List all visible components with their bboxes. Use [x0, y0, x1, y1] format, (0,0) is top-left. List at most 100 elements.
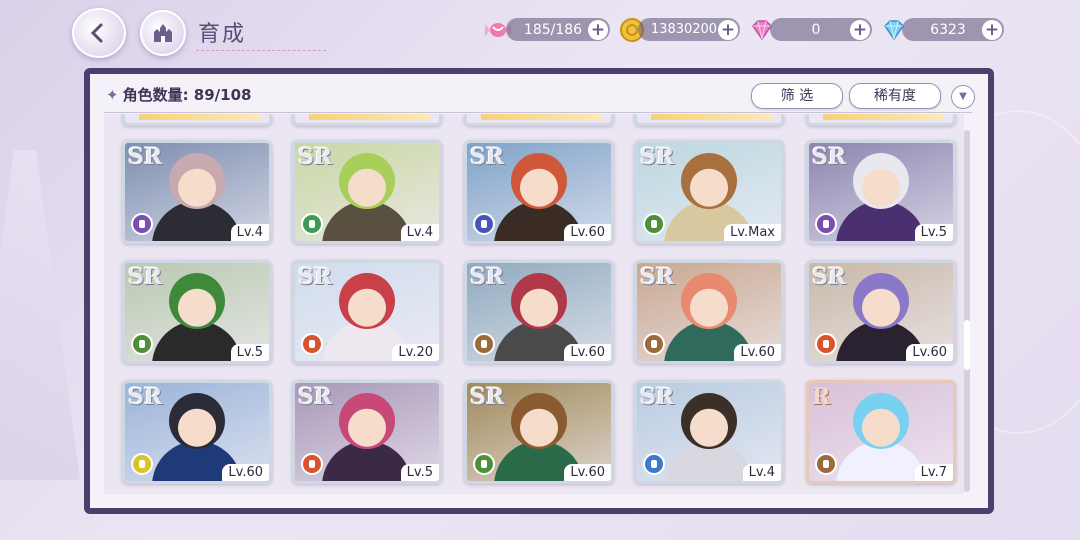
character-card[interactable]: SR Lv.20 [292, 260, 442, 364]
scrollbar-thumb[interactable] [964, 320, 970, 370]
level-label: Lv.60 [222, 464, 269, 481]
class-icon [473, 333, 495, 355]
rarity-label: SR [470, 384, 505, 410]
class-icon [815, 453, 837, 475]
rarity-label: SR [128, 384, 163, 410]
rarity-label: SR [128, 264, 163, 290]
header-divider [104, 112, 972, 113]
character-card[interactable]: SR Lv.Max [634, 140, 784, 244]
character-card[interactable]: SR Lv.60 [464, 380, 614, 484]
free-gem-counter: 6323 + [902, 18, 1004, 41]
character-head [169, 273, 225, 329]
character-card[interactable]: SR Lv.60 [122, 380, 272, 484]
class-icon [815, 333, 837, 355]
character-card[interactable]: SR Lv.4 [292, 140, 442, 244]
home-button[interactable] [140, 10, 186, 56]
level-label: Lv.60 [906, 344, 953, 361]
list-scrollbar[interactable] [964, 130, 970, 492]
rarity-label: SR [640, 384, 675, 410]
rarity-label: SR [470, 144, 505, 170]
class-icon [131, 453, 153, 475]
rarity-label: SR [812, 144, 847, 170]
character-card-partial[interactable] [464, 114, 614, 126]
class-icon [815, 213, 837, 235]
character-card-partial[interactable] [806, 114, 956, 126]
card-frame-strip [651, 114, 771, 120]
stamina-add-button[interactable]: + [588, 19, 608, 40]
character-head [853, 393, 909, 449]
character-card-partial[interactable] [292, 114, 442, 126]
sparkle-icon: ✦ [106, 86, 119, 104]
character-head [339, 273, 395, 329]
character-card[interactable]: SR Lv.5 [806, 140, 956, 244]
card-frame-strip [139, 114, 259, 120]
level-label: Lv.5 [400, 464, 439, 481]
character-grid[interactable]: SR Lv.4 SR Lv.4 SR Lv.60 SR Lv.Max SR Lv.5 SR Lv.5 S… [104, 114, 964, 494]
character-card[interactable]: R Lv.7 [806, 380, 956, 484]
rarity-label: R [812, 384, 831, 410]
back-button[interactable] [72, 8, 126, 58]
character-head [681, 393, 737, 449]
character-head [339, 393, 395, 449]
stamina-counter: 185/186 + [506, 18, 610, 41]
free-gem-value: 6323 [930, 21, 966, 38]
class-icon [301, 453, 323, 475]
character-card[interactable]: SR Lv.60 [806, 260, 956, 364]
character-head [853, 153, 909, 209]
level-label: Lv.5 [914, 224, 953, 241]
paid-gem-counter: 0 + [770, 18, 872, 41]
character-head [511, 153, 567, 209]
stamina-value: 185/186 [523, 21, 583, 38]
level-label: Lv.60 [734, 344, 781, 361]
rarity-label: SR [298, 264, 333, 290]
gold-value: 13830200 [650, 22, 718, 37]
character-card[interactable]: SR Lv.60 [464, 140, 614, 244]
level-label: Lv.60 [564, 224, 611, 241]
back-arrow-icon [90, 23, 103, 43]
character-count-label: 角色数量: 89/108 [122, 86, 252, 104]
character-card-partial[interactable] [634, 114, 784, 126]
filter-button[interactable]: 筛 选 [751, 83, 843, 109]
card-frame-strip [309, 114, 429, 120]
character-card[interactable]: SR Lv.4 [634, 380, 784, 484]
class-icon [301, 213, 323, 235]
character-head [169, 153, 225, 209]
level-label: Lv.20 [392, 344, 439, 361]
character-card[interactable]: SR Lv.60 [464, 260, 614, 364]
class-icon [473, 453, 495, 475]
title-underline-decoration [196, 36, 326, 51]
class-icon [643, 213, 665, 235]
sort-rarity-button[interactable]: 稀有度 [849, 83, 941, 109]
class-icon [643, 333, 665, 355]
level-label: Lv.60 [564, 464, 611, 481]
character-head [853, 273, 909, 329]
paid-gem-value: 0 [811, 21, 821, 38]
character-head [169, 393, 225, 449]
rarity-label: SR [812, 264, 847, 290]
sort-order-toggle[interactable]: ▼ [951, 85, 975, 109]
character-head [511, 273, 567, 329]
class-icon [301, 333, 323, 355]
rarity-label: SR [298, 144, 333, 170]
class-icon [131, 333, 153, 355]
level-label: Lv.60 [564, 344, 611, 361]
character-count: ✦ 角色数量: 89/108 [106, 84, 251, 105]
character-head [339, 153, 395, 209]
level-label: Lv.4 [230, 224, 269, 241]
chevron-down-icon: ▼ [959, 91, 967, 102]
gold-counter: 13830200 + [638, 18, 740, 41]
level-label: Lv.7 [914, 464, 953, 481]
paid-gem-add-button[interactable]: + [850, 19, 870, 40]
gold-add-button[interactable]: + [718, 19, 738, 40]
level-label: Lv.5 [230, 344, 269, 361]
free-gem-add-button[interactable]: + [982, 19, 1002, 40]
character-card-partial[interactable] [122, 114, 272, 126]
character-card[interactable]: SR Lv.4 [122, 140, 272, 244]
character-card[interactable]: SR Lv.60 [634, 260, 784, 364]
rarity-label: SR [128, 144, 163, 170]
character-card[interactable]: SR Lv.5 [122, 260, 272, 364]
character-head [681, 273, 737, 329]
class-icon [131, 213, 153, 235]
character-card[interactable]: SR Lv.5 [292, 380, 442, 484]
rarity-label: SR [640, 264, 675, 290]
